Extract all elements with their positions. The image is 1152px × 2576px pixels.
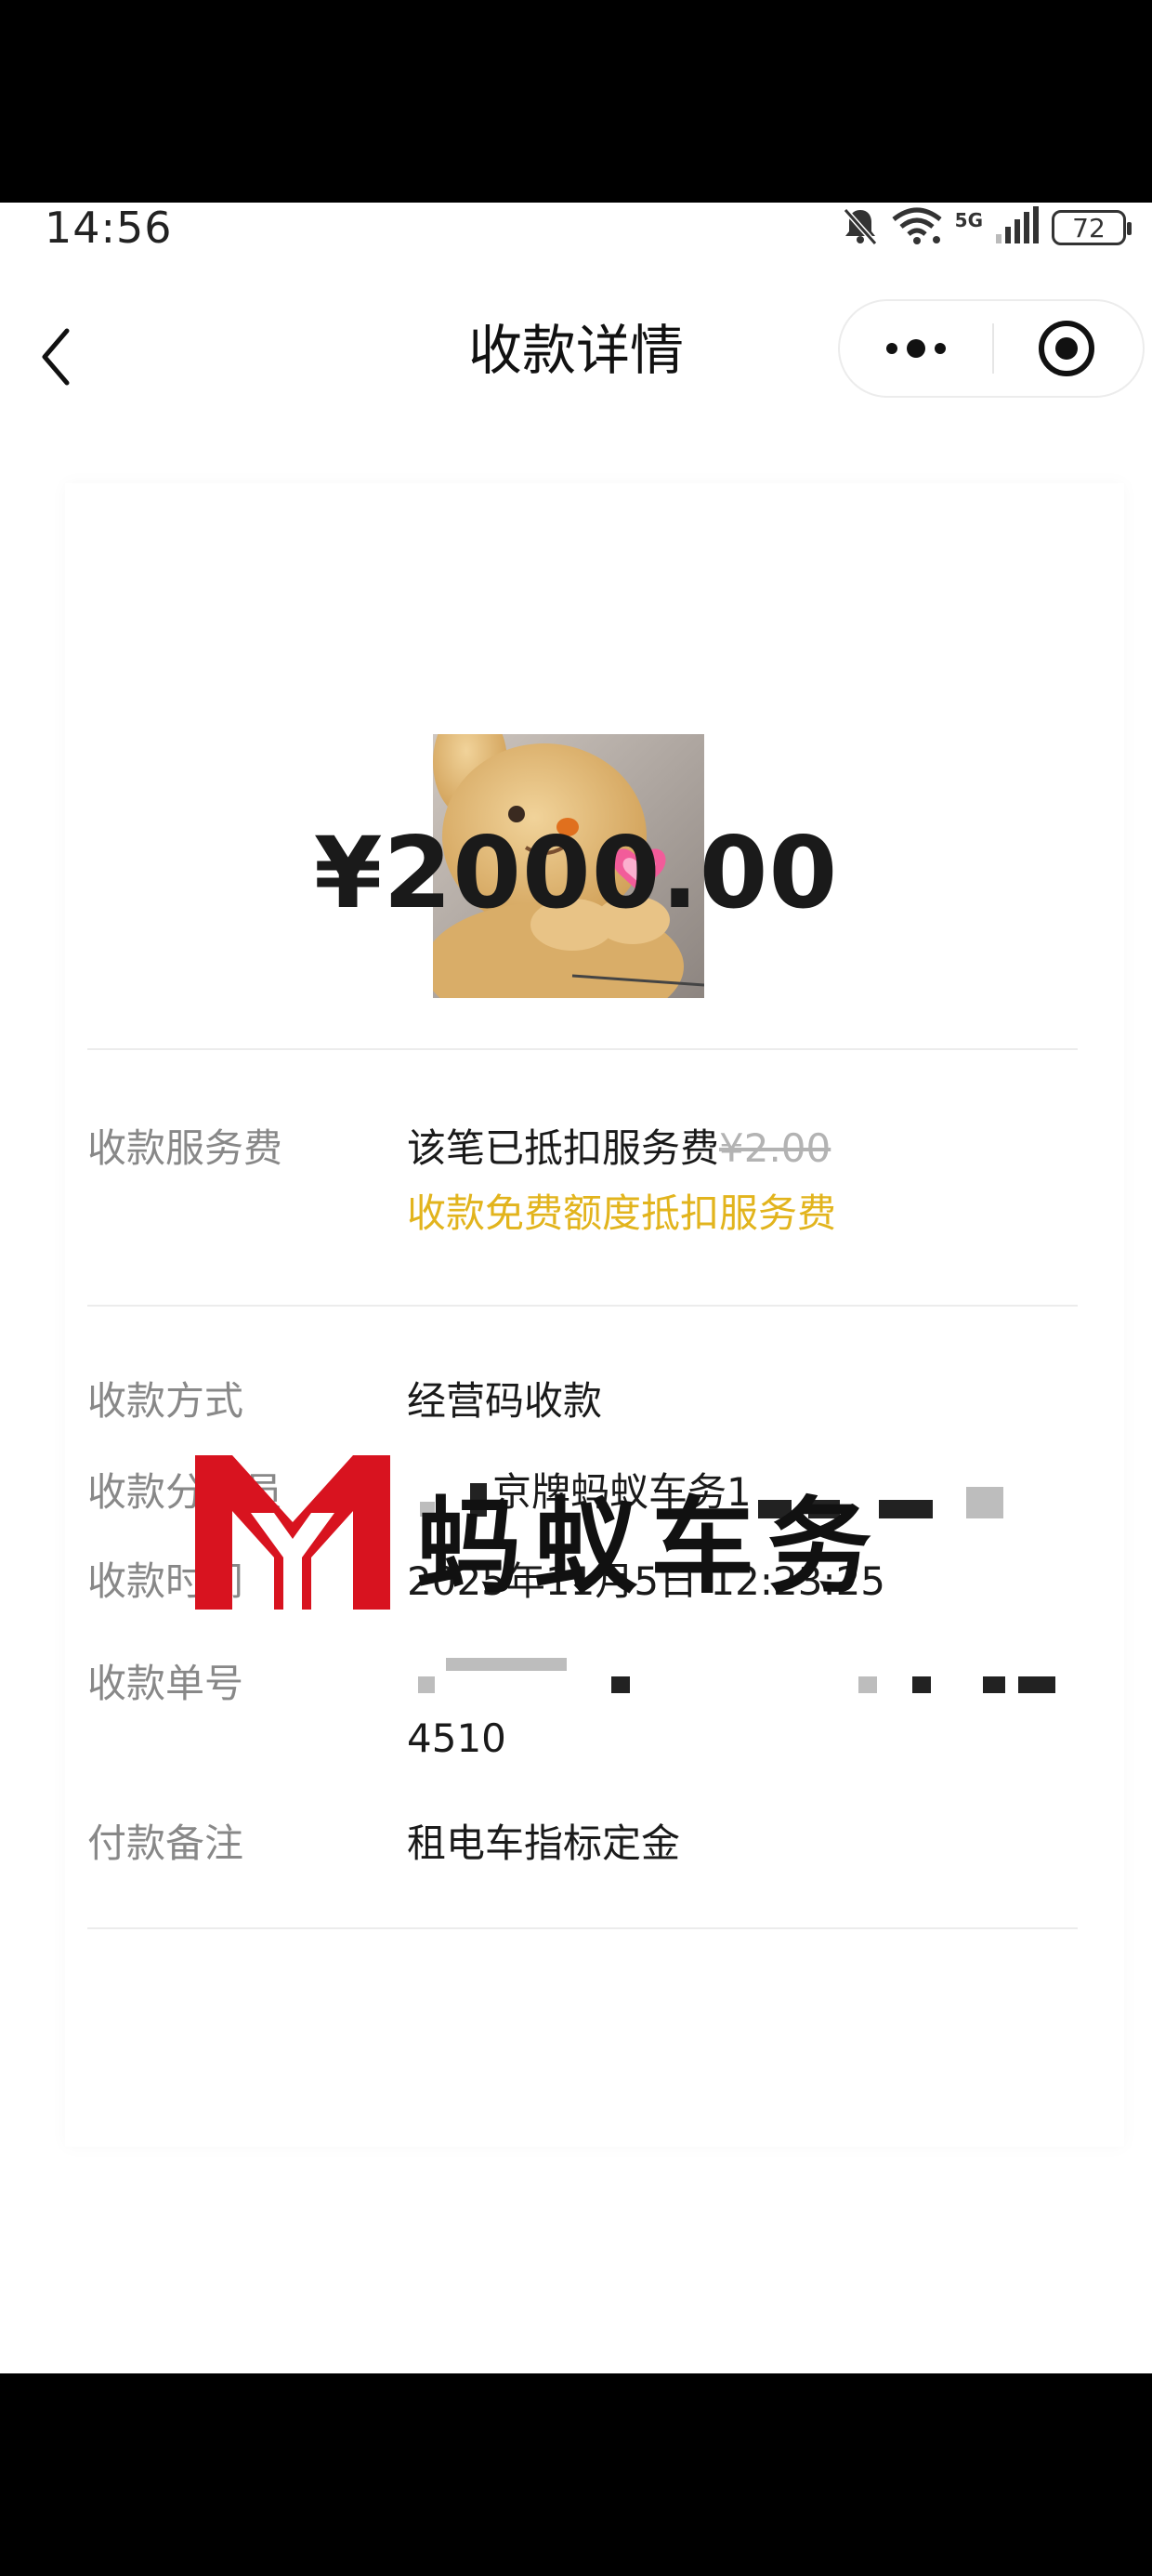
chevron-left-icon (42, 328, 70, 386)
watermark-logo (195, 1455, 390, 1610)
remark-value: 租电车指标定金 (407, 1820, 681, 1866)
mute-bell-icon (842, 206, 879, 249)
target-close-icon (1039, 321, 1094, 376)
status-time: 14:56 (45, 203, 173, 253)
screen: 14:56 5G 72 收款详情 ¥2000.00 收款服务费 该笔已抵扣服务费… (0, 203, 1152, 2373)
redaction-block (879, 1500, 933, 1518)
back-button[interactable] (35, 323, 82, 390)
redaction-block (611, 1676, 630, 1693)
battery-level: 72 (1072, 212, 1106, 243)
fee-label: 收款服务费 (87, 1125, 283, 1171)
status-icons: 5G 72 (842, 204, 1132, 251)
payment-amount: ¥2000.00 (313, 816, 839, 930)
redaction-block (446, 1658, 567, 1671)
wifi-icon (892, 206, 942, 249)
method-label: 收款方式 (87, 1378, 244, 1424)
more-dots-icon (886, 339, 946, 358)
fee-value-line: 该笔已抵扣服务费¥2.00 (407, 1117, 831, 1174)
redaction-block (418, 1676, 435, 1693)
amount-divider (87, 1048, 1078, 1050)
redaction-block (966, 1487, 1003, 1518)
fee-note: 收款免费额度抵扣服务费 (407, 1190, 837, 1236)
redaction-block (983, 1676, 1005, 1693)
fee-original-amount: ¥2.00 (719, 1125, 831, 1171)
receipt-card (65, 483, 1124, 2147)
redaction-block (1018, 1676, 1055, 1693)
redaction-block (912, 1676, 931, 1693)
more-button[interactable] (840, 301, 992, 396)
battery-indicator: 72 (1052, 210, 1132, 245)
fee-value: 该笔已抵扣服务费 (407, 1125, 720, 1171)
mini-program-capsule (838, 299, 1145, 398)
redaction-block (858, 1676, 877, 1693)
bottom-divider (87, 1927, 1078, 1929)
remark-label: 付款备注 (87, 1820, 244, 1866)
method-value: 经营码收款 (407, 1378, 603, 1424)
fee-divider (87, 1305, 1078, 1307)
close-mini-program-button[interactable] (994, 301, 1143, 396)
network-type: 5G (954, 209, 983, 231)
order-label: 收款单号 (87, 1661, 244, 1706)
order-value: 4510 (407, 1715, 506, 1761)
watermark-text: 蚂蚁车务 (416, 1486, 884, 1608)
signal-icon (996, 206, 1039, 249)
